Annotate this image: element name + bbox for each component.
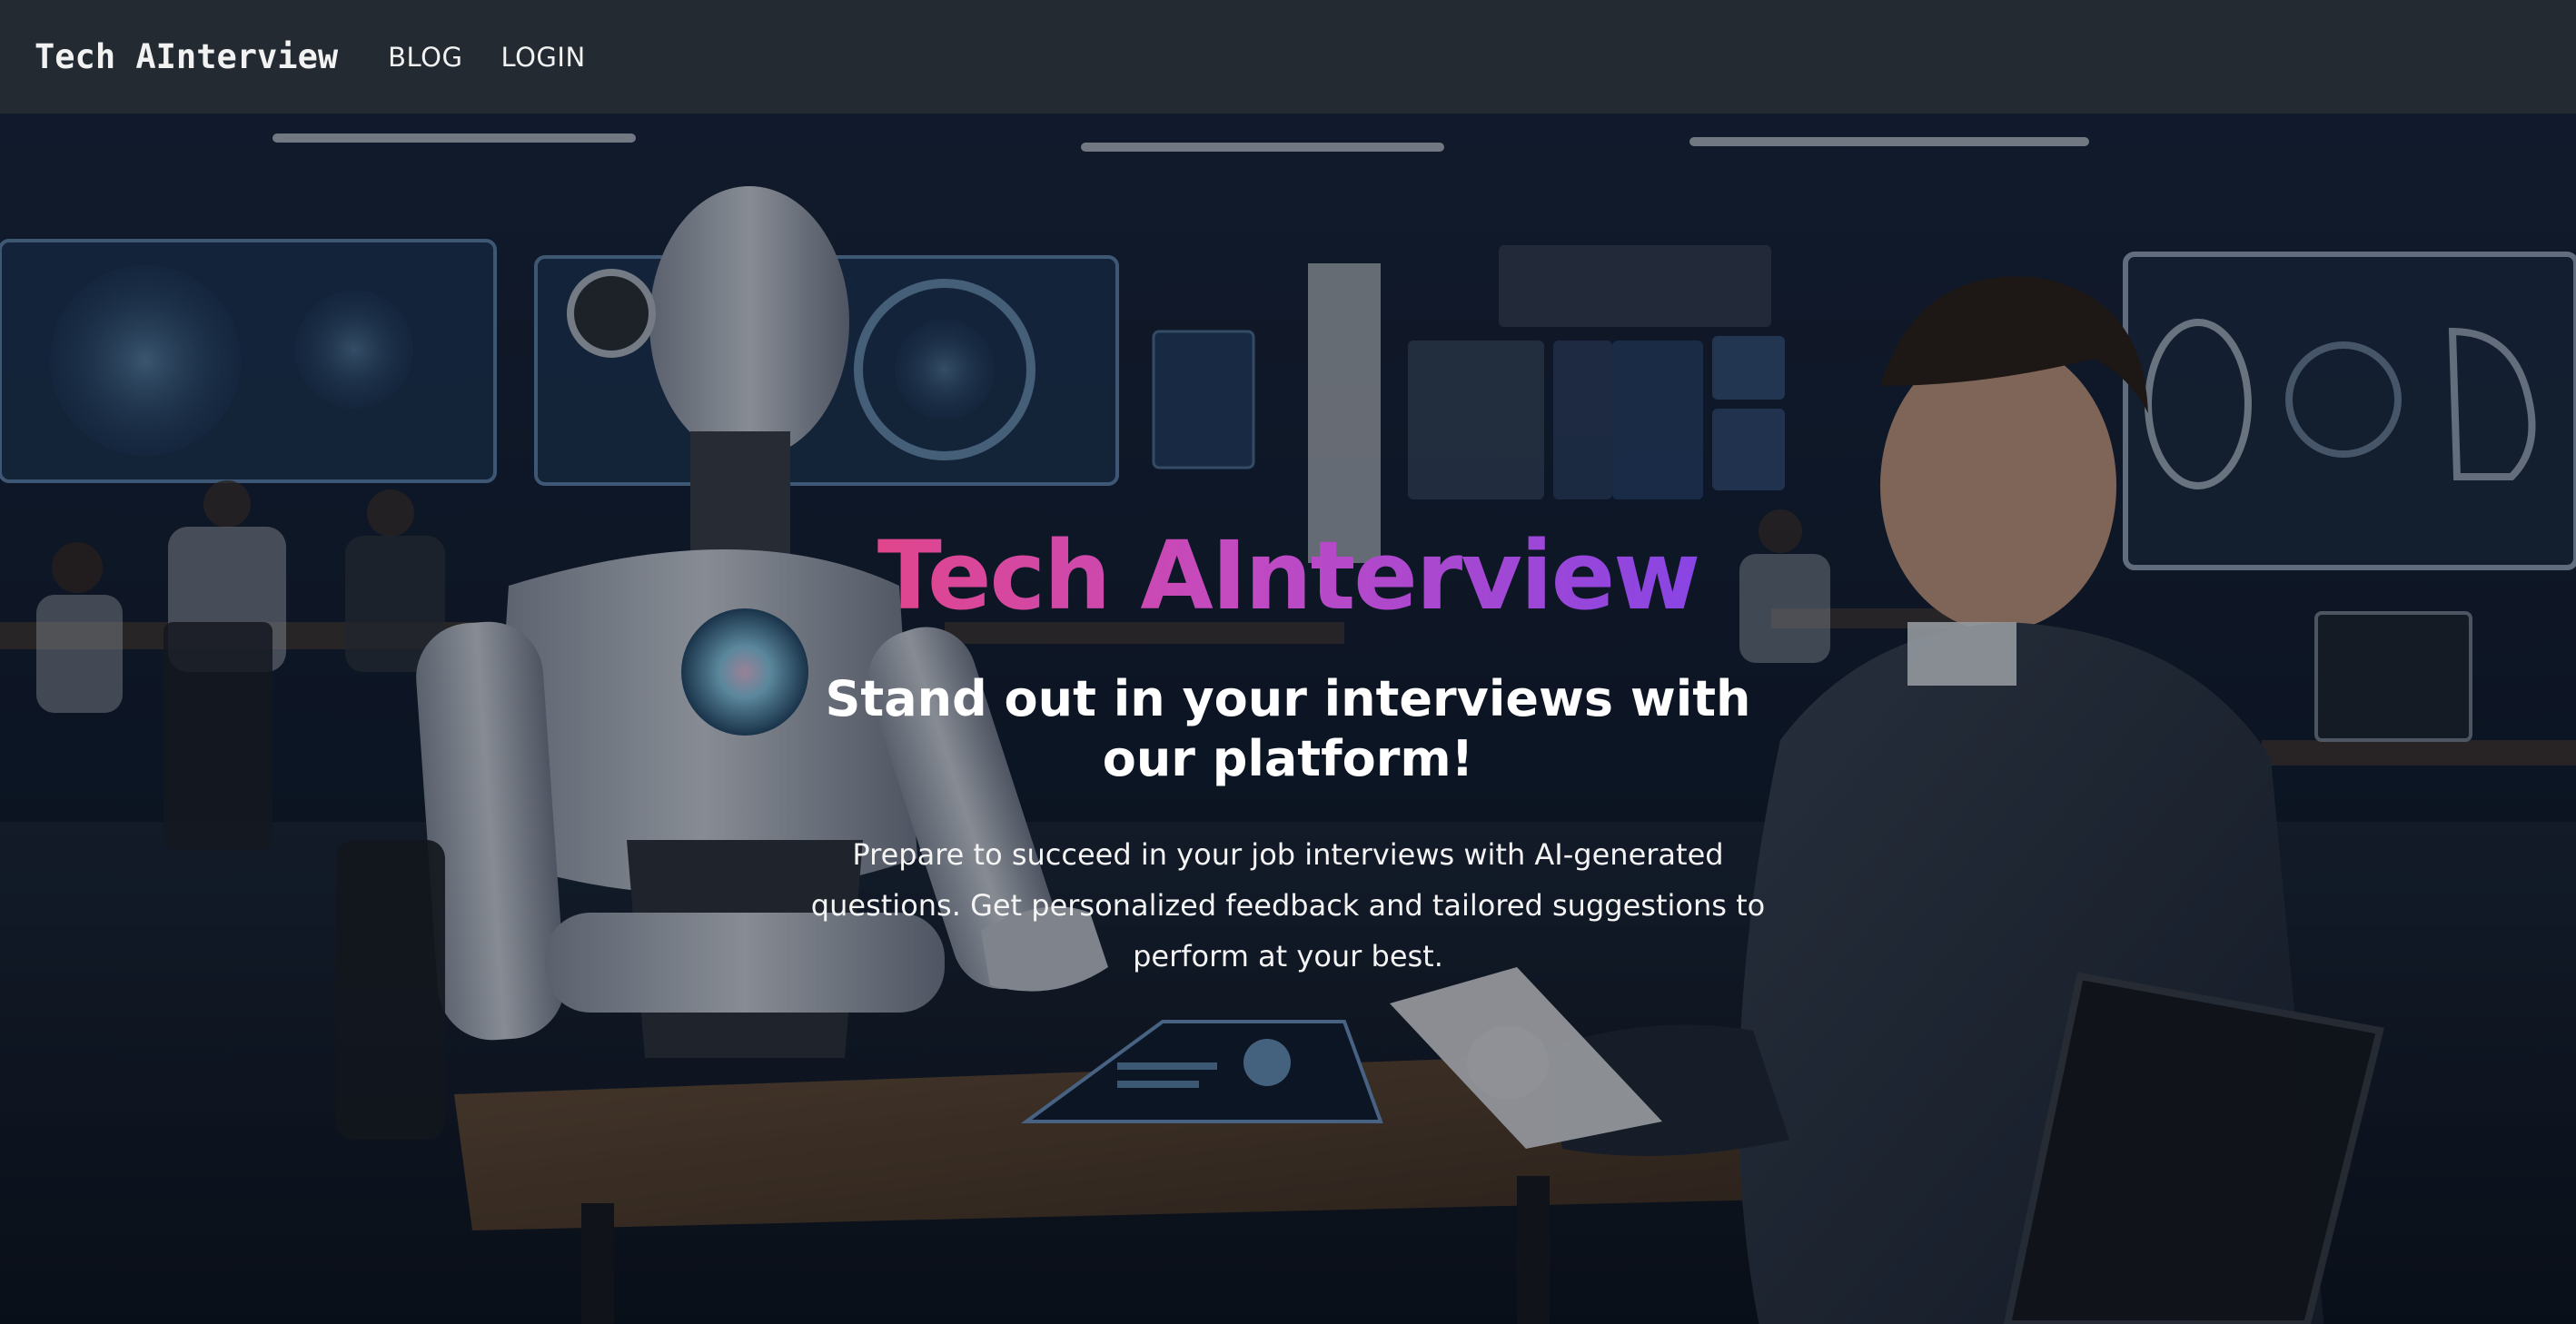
top-navbar: Tech AInterview BLOG LOGIN (0, 0, 2576, 114)
hero-title: Tech AInterview (788, 521, 1788, 631)
brand-logo-link[interactable]: Tech AInterview (35, 37, 338, 76)
nav-link-blog[interactable]: BLOG (388, 42, 462, 73)
hero-description: Prepare to succeed in your job interview… (810, 836, 1766, 973)
hero-subtitle: Stand out in your interviews with our pl… (825, 669, 1751, 787)
hero-section: Tech AInterview Stand out in your interv… (0, 114, 2576, 1324)
nav-link-login[interactable]: LOGIN (500, 42, 585, 73)
hero-content: Tech AInterview Stand out in your interv… (788, 521, 1788, 982)
